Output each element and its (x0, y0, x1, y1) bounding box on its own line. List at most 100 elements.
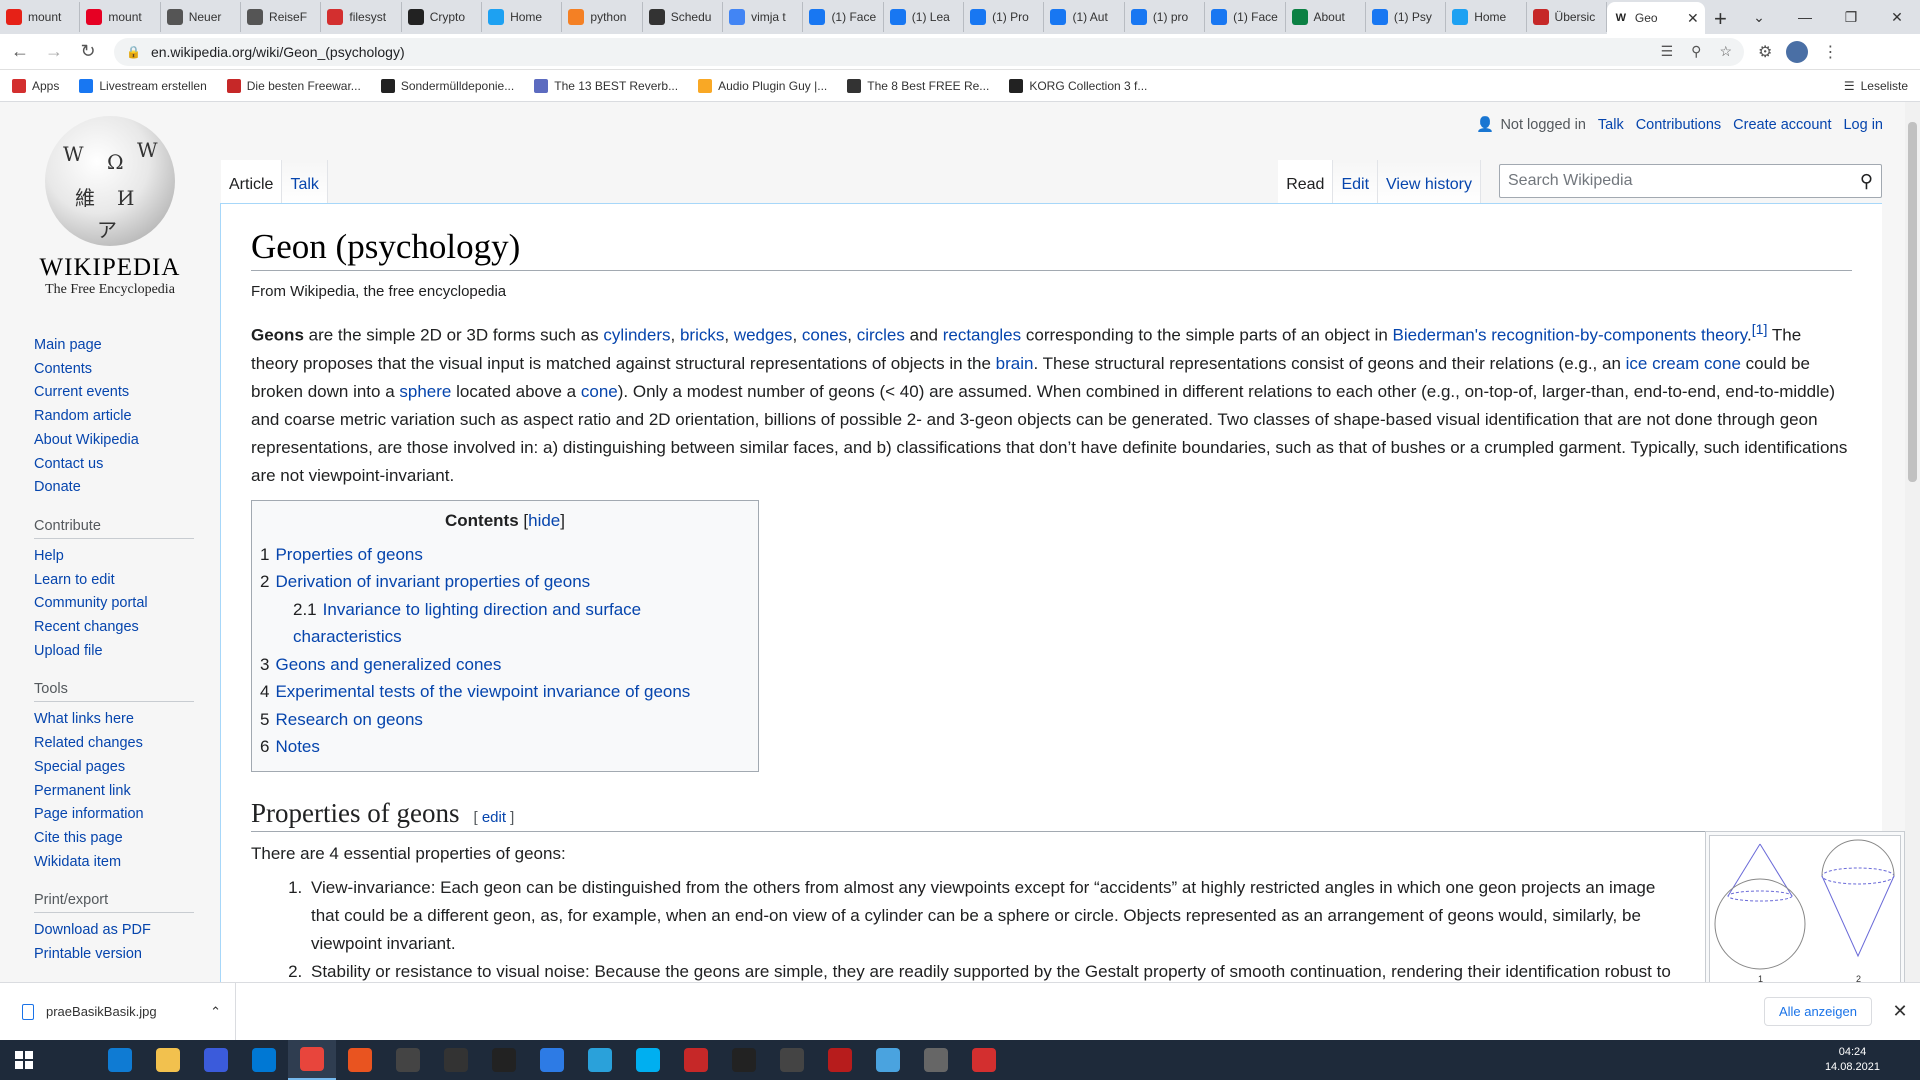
sidebar-item-current-events[interactable]: Current events (34, 384, 129, 400)
sidebar-item-recent-changes[interactable]: Recent changes (34, 619, 139, 635)
taskbar-app[interactable] (912, 1040, 960, 1080)
toc-link[interactable]: Geons and generalized cones (275, 655, 501, 674)
sidebar-item-help[interactable]: Help (34, 548, 64, 564)
sidebar-item-what-links-here[interactable]: What links here (34, 711, 134, 727)
translate-icon[interactable]: ☰ (1661, 43, 1674, 60)
browser-tab[interactable]: (1) Face (1205, 2, 1286, 32)
taskbar-app[interactable] (432, 1040, 480, 1080)
toc-link[interactable]: Properties of geons (275, 545, 422, 564)
close-download-bar-icon[interactable]: ✕ (1880, 1001, 1920, 1022)
taskbar-app[interactable] (960, 1040, 1008, 1080)
link-cylinders[interactable]: cylinders (603, 326, 670, 345)
taskbar-app[interactable] (48, 1040, 96, 1080)
extensions-icon[interactable]: ⚙ (1758, 42, 1772, 62)
link-sphere[interactable]: sphere (399, 382, 451, 401)
toc-link[interactable]: Derivation of invariant properties of ge… (275, 572, 590, 591)
new-tab-button[interactable]: + (1705, 4, 1736, 34)
contributions-link[interactable]: Contributions (1636, 117, 1721, 133)
download-item[interactable]: praeBasikBasik.jpg ⌃ (0, 982, 236, 1041)
profile-avatar[interactable] (1786, 40, 1809, 63)
address-bar[interactable]: 🔒 en.wikipedia.org/wiki/Geon_(psychology… (114, 37, 1744, 66)
taskbar-app[interactable] (192, 1040, 240, 1080)
link-biederman[interactable]: Biederman's recognition-by-components th… (1393, 326, 1747, 345)
tab-edit[interactable]: Edit (1333, 160, 1379, 204)
tab-search-icon[interactable]: ⌄ (1736, 9, 1782, 26)
taskbar-app[interactable] (768, 1040, 816, 1080)
toc-link[interactable]: Notes (275, 737, 319, 756)
menu-icon[interactable]: ⋮ (1822, 42, 1838, 62)
taskbar-app[interactable] (144, 1040, 192, 1080)
taskbar-app[interactable] (528, 1040, 576, 1080)
sidebar-item-donate[interactable]: Donate (34, 479, 81, 495)
sidebar-item-main-page[interactable]: Main page (34, 337, 102, 353)
browser-tab[interactable]: python (562, 2, 643, 32)
sidebar-item-upload-file[interactable]: Upload file (34, 643, 103, 659)
chevron-up-icon[interactable]: ⌃ (210, 1004, 221, 1020)
tab-view-history[interactable]: View history (1378, 160, 1481, 204)
taskbar-app[interactable] (480, 1040, 528, 1080)
bookmark-item[interactable]: The 13 BEST Reverb... (534, 78, 678, 93)
reading-list-button[interactable]: ☰ Leseliste (1844, 79, 1908, 93)
browser-tab[interactable]: Übersic (1527, 2, 1607, 32)
toc-link[interactable]: Invariance to lighting direction and sur… (293, 600, 641, 647)
page-scrollbar[interactable] (1905, 102, 1920, 982)
browser-tab[interactable]: mount (0, 2, 81, 32)
sidebar-item-about-wikipedia[interactable]: About Wikipedia (34, 432, 139, 448)
browser-tab[interactable]: Crypto (402, 2, 483, 32)
search-input[interactable]: Search Wikipedia ⚲ (1499, 164, 1882, 198)
bookmark-star-icon[interactable]: ☆ (1719, 43, 1732, 60)
sidebar-item-contact-us[interactable]: Contact us (34, 456, 103, 472)
link-cone[interactable]: cone (581, 382, 618, 401)
taskbar-app[interactable] (720, 1040, 768, 1080)
sidebar-item-random-article[interactable]: Random article (34, 408, 132, 424)
browser-tab[interactable]: (1) Lea (884, 2, 965, 32)
toc-link[interactable]: Research on geons (275, 710, 422, 729)
taskbar-app[interactable] (672, 1040, 720, 1080)
login-link[interactable]: Log in (1843, 117, 1883, 133)
browser-tab[interactable]: (1) Face (803, 2, 884, 32)
toc-link[interactable]: Experimental tests of the viewpoint inva… (275, 682, 690, 701)
browser-tab[interactable]: About (1286, 2, 1366, 32)
browser-tab-active[interactable]: W Geo ✕ (1606, 2, 1705, 34)
link-cones[interactable]: cones (802, 326, 847, 345)
back-button[interactable]: ← (6, 41, 34, 62)
taskbar-app[interactable] (336, 1040, 384, 1080)
scrollbar-thumb[interactable] (1908, 122, 1917, 482)
create-account-link[interactable]: Create account (1733, 117, 1831, 133)
browser-tab[interactable]: Home (1446, 2, 1527, 32)
restore-icon[interactable]: ❐ (1828, 9, 1874, 26)
reload-button[interactable]: ↻ (74, 41, 102, 62)
sidebar-item-special-pages[interactable]: Special pages (34, 759, 125, 775)
sidebar-item-cite-this-page[interactable]: Cite this page (34, 830, 123, 846)
search-icon[interactable]: ⚲ (1860, 171, 1873, 192)
bookmark-item[interactable]: Sondermülldeponie... (380, 78, 514, 93)
browser-tab[interactable]: filesyst (321, 2, 402, 32)
start-button[interactable] (0, 1040, 48, 1080)
bookmark-item[interactable]: The 8 Best FREE Re... (847, 78, 989, 93)
link-wedges[interactable]: wedges (734, 326, 793, 345)
link-brain[interactable]: brain (996, 354, 1034, 373)
minimize-icon[interactable]: — (1782, 9, 1828, 25)
bookmark-item[interactable]: Die besten Freewar... (226, 78, 361, 93)
sidebar-item-wikidata-item[interactable]: Wikidata item (34, 854, 121, 870)
taskbar-app[interactable] (240, 1040, 288, 1080)
browser-tab[interactable]: (1) Psy (1366, 2, 1447, 32)
taskbar-app[interactable] (96, 1040, 144, 1080)
sidebar-item-contents[interactable]: Contents (34, 361, 92, 377)
tab-article[interactable]: Article (221, 160, 283, 204)
bookmark-item[interactable]: Audio Plugin Guy |... (698, 78, 827, 93)
tab-read[interactable]: Read (1278, 160, 1334, 204)
sidebar-item-learn-to-edit[interactable]: Learn to edit (34, 572, 115, 588)
taskbar-app[interactable] (384, 1040, 432, 1080)
taskbar-app[interactable] (624, 1040, 672, 1080)
section-edit-link[interactable]: edit (482, 809, 506, 826)
toc-item[interactable]: 5 Research on geons (260, 706, 750, 734)
toc-item[interactable]: 1 Properties of geons (260, 541, 750, 569)
sidebar-item-permanent-link[interactable]: Permanent link (34, 783, 131, 799)
toc-item[interactable]: 2 Derivation of invariant properties of g… (260, 568, 750, 596)
link-rectangles[interactable]: rectangles (943, 326, 1021, 345)
sidebar-item-community-portal[interactable]: Community portal (34, 595, 148, 611)
toc-item[interactable]: 4 Experimental tests of the viewpoint inv… (260, 678, 750, 706)
bookmark-item[interactable]: Apps (12, 78, 59, 93)
show-all-downloads-button[interactable]: Alle anzeigen (1763, 997, 1872, 1026)
